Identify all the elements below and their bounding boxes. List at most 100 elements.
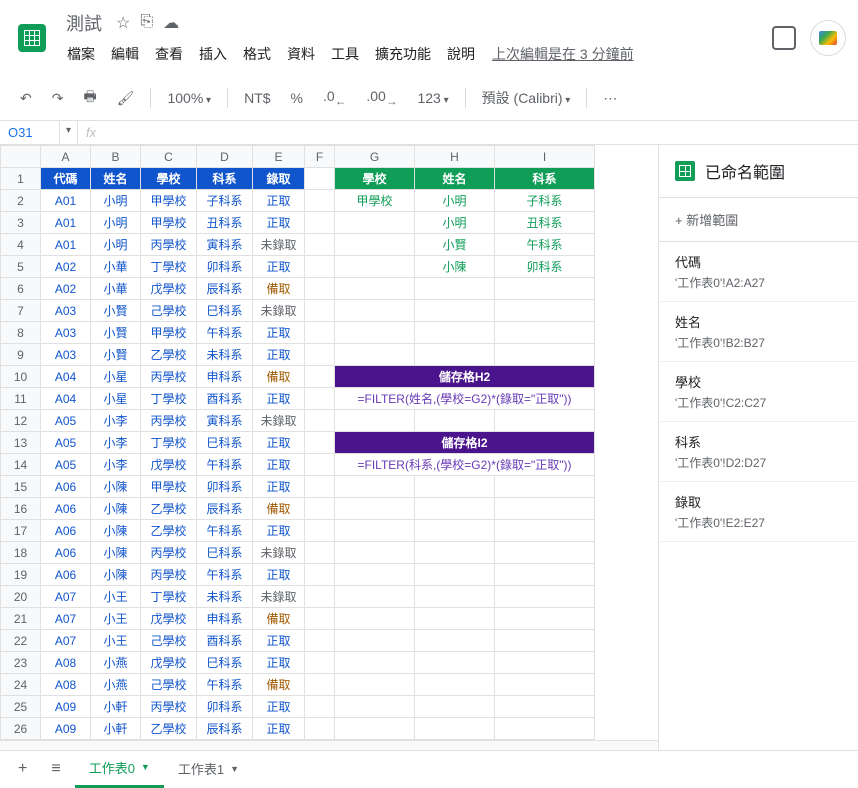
cell-C12[interactable]: 丙學校 bbox=[141, 410, 197, 432]
cell-B25[interactable]: 小軒 bbox=[91, 696, 141, 718]
cell-E4[interactable]: 未錄取 bbox=[253, 234, 305, 256]
cell-G24[interactable] bbox=[335, 674, 415, 696]
row-header-17[interactable]: 17 bbox=[1, 520, 41, 542]
row-header-13[interactable]: 13 bbox=[1, 432, 41, 454]
cell-G25[interactable] bbox=[335, 696, 415, 718]
row-header-14[interactable]: 14 bbox=[1, 454, 41, 476]
row-header-23[interactable]: 23 bbox=[1, 652, 41, 674]
row-header-12[interactable]: 12 bbox=[1, 410, 41, 432]
add-range-button[interactable]: + 新增範圍 bbox=[659, 197, 858, 242]
cell-C25[interactable]: 丙學校 bbox=[141, 696, 197, 718]
label-cell-13[interactable]: 儲存格I2 bbox=[335, 432, 595, 454]
header-d[interactable]: 科系 bbox=[197, 168, 253, 190]
cell-C14[interactable]: 戊學校 bbox=[141, 454, 197, 476]
cell-C16[interactable]: 乙學校 bbox=[141, 498, 197, 520]
cell-B24[interactable]: 小燕 bbox=[91, 674, 141, 696]
row-header-9[interactable]: 9 bbox=[1, 344, 41, 366]
cell-D15[interactable]: 卯科系 bbox=[197, 476, 253, 498]
header-h[interactable]: 姓名 bbox=[415, 168, 495, 190]
menu-data[interactable]: 資料 bbox=[280, 40, 322, 68]
formula-cell-11[interactable]: =FILTER(姓名,(學校=G2)*(錄取="正取")) bbox=[335, 388, 595, 410]
cell-E6[interactable]: 備取 bbox=[253, 278, 305, 300]
cell-I8[interactable] bbox=[495, 322, 595, 344]
cell-H5[interactable]: 小陳 bbox=[415, 256, 495, 278]
cell-C4[interactable]: 丙學校 bbox=[141, 234, 197, 256]
cell-I24[interactable] bbox=[495, 674, 595, 696]
cell-D10[interactable]: 申科系 bbox=[197, 366, 253, 388]
increase-decimal-button[interactable]: .00→ bbox=[358, 82, 405, 114]
cell-D13[interactable]: 巳科系 bbox=[197, 432, 253, 454]
cell-H16[interactable] bbox=[415, 498, 495, 520]
name-box-dropdown[interactable]: ▾ bbox=[60, 121, 78, 144]
formula-input[interactable] bbox=[104, 121, 858, 144]
cell-I19[interactable] bbox=[495, 564, 595, 586]
cell-D22[interactable]: 酉科系 bbox=[197, 630, 253, 652]
cell-E20[interactable]: 未錄取 bbox=[253, 586, 305, 608]
header-b[interactable]: 姓名 bbox=[91, 168, 141, 190]
cell-C15[interactable]: 甲學校 bbox=[141, 476, 197, 498]
cell-B20[interactable]: 小王 bbox=[91, 586, 141, 608]
comments-icon[interactable] bbox=[772, 26, 796, 50]
cell-A17[interactable]: A06 bbox=[41, 520, 91, 542]
cell-H19[interactable] bbox=[415, 564, 495, 586]
name-box[interactable]: O31 bbox=[0, 121, 60, 144]
cell-E26[interactable]: 正取 bbox=[253, 718, 305, 740]
cell-I17[interactable] bbox=[495, 520, 595, 542]
cell-G5[interactable] bbox=[335, 256, 415, 278]
add-sheet-button[interactable]: + bbox=[8, 754, 37, 784]
named-range-item-4[interactable]: 錄取 '工作表0'!E2:E27 bbox=[659, 482, 858, 542]
col-header-D[interactable]: D bbox=[197, 146, 253, 168]
cell-A16[interactable]: A06 bbox=[41, 498, 91, 520]
meet-icon[interactable] bbox=[810, 20, 846, 56]
cell-F12[interactable] bbox=[305, 410, 335, 432]
cell-F15[interactable] bbox=[305, 476, 335, 498]
cell-E8[interactable]: 正取 bbox=[253, 322, 305, 344]
cell-F3[interactable] bbox=[305, 212, 335, 234]
number-format-dropdown[interactable]: 123 bbox=[409, 84, 456, 112]
cell-C26[interactable]: 乙學校 bbox=[141, 718, 197, 740]
cell-D24[interactable]: 午科系 bbox=[197, 674, 253, 696]
cell-C10[interactable]: 丙學校 bbox=[141, 366, 197, 388]
cell-D8[interactable]: 午科系 bbox=[197, 322, 253, 344]
cell-E25[interactable]: 正取 bbox=[253, 696, 305, 718]
cell-H6[interactable] bbox=[415, 278, 495, 300]
cell-A8[interactable]: A03 bbox=[41, 322, 91, 344]
more-toolbar-button[interactable]: ⋯ bbox=[595, 84, 625, 113]
header-i[interactable]: 科系 bbox=[495, 168, 595, 190]
cell-C5[interactable]: 丁學校 bbox=[141, 256, 197, 278]
cell-F26[interactable] bbox=[305, 718, 335, 740]
cell-A18[interactable]: A06 bbox=[41, 542, 91, 564]
cell-I3[interactable]: 丑科系 bbox=[495, 212, 595, 234]
cell-F22[interactable] bbox=[305, 630, 335, 652]
cell-A24[interactable]: A08 bbox=[41, 674, 91, 696]
cell-A19[interactable]: A06 bbox=[41, 564, 91, 586]
cell-G18[interactable] bbox=[335, 542, 415, 564]
col-header-A[interactable]: A bbox=[41, 146, 91, 168]
menu-edit[interactable]: 編輯 bbox=[104, 40, 146, 68]
row-header-7[interactable]: 7 bbox=[1, 300, 41, 322]
row-header-16[interactable]: 16 bbox=[1, 498, 41, 520]
cell-E17[interactable]: 正取 bbox=[253, 520, 305, 542]
currency-button[interactable]: NT$ bbox=[236, 84, 278, 112]
sheets-logo[interactable] bbox=[12, 18, 52, 58]
cell-G6[interactable] bbox=[335, 278, 415, 300]
all-sheets-button[interactable]: ≡ bbox=[41, 754, 70, 784]
cell-D16[interactable]: 辰科系 bbox=[197, 498, 253, 520]
doc-title[interactable]: 測試 bbox=[60, 8, 108, 38]
formula-cell-14[interactable]: =FILTER(科系,(學校=G2)*(錄取="正取")) bbox=[335, 454, 595, 476]
cell-G26[interactable] bbox=[335, 718, 415, 740]
cell-F23[interactable] bbox=[305, 652, 335, 674]
cell-D14[interactable]: 午科系 bbox=[197, 454, 253, 476]
cell-E5[interactable]: 正取 bbox=[253, 256, 305, 278]
move-icon[interactable]: ⎘ bbox=[140, 13, 153, 33]
menu-tools[interactable]: 工具 bbox=[324, 40, 366, 68]
cell-A26[interactable]: A09 bbox=[41, 718, 91, 740]
row-header-15[interactable]: 15 bbox=[1, 476, 41, 498]
cell-A4[interactable]: A01 bbox=[41, 234, 91, 256]
cell-G2[interactable]: 甲學校 bbox=[335, 190, 415, 212]
menu-extensions[interactable]: 擴充功能 bbox=[368, 40, 438, 68]
cell-A11[interactable]: A04 bbox=[41, 388, 91, 410]
cell-I9[interactable] bbox=[495, 344, 595, 366]
cell-C13[interactable]: 丁學校 bbox=[141, 432, 197, 454]
cell-H9[interactable] bbox=[415, 344, 495, 366]
